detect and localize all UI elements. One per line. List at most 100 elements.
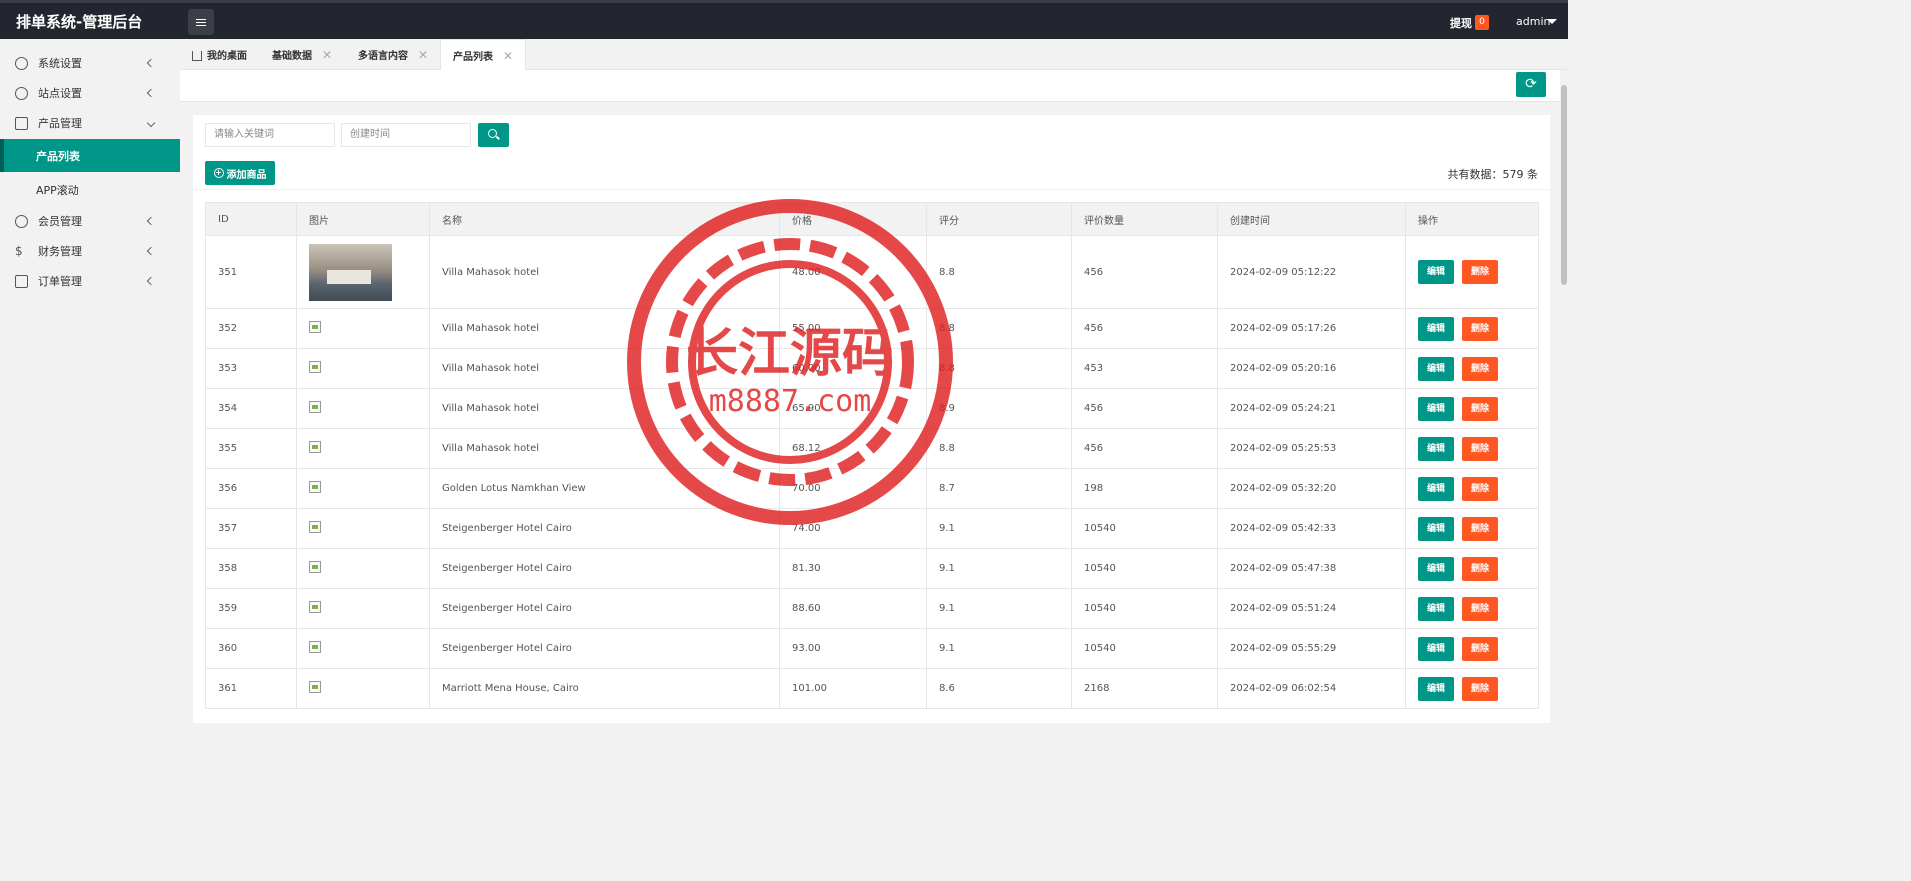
- sidebar-subitem-product-list[interactable]: 产品列表: [0, 139, 180, 172]
- cell-actions: 编辑 删除: [1405, 468, 1539, 509]
- cell-name: Villa Mahasok hotel: [429, 348, 780, 389]
- sidebar-item-finance-management[interactable]: $ 财务管理: [0, 236, 180, 266]
- edit-button[interactable]: 编辑: [1418, 316, 1454, 341]
- delete-button[interactable]: 删除: [1462, 556, 1498, 581]
- cell-created-time: 2024-02-09 05:42:33: [1217, 508, 1406, 549]
- column-header: 评分: [926, 202, 1072, 236]
- delete-button[interactable]: 删除: [1462, 636, 1498, 661]
- broken-image-icon: [309, 521, 321, 533]
- cell-name: Steigenberger Hotel Cairo: [429, 588, 780, 629]
- delete-button[interactable]: 删除: [1462, 356, 1498, 381]
- sidebar-item-order-management[interactable]: 订单管理: [0, 266, 180, 296]
- cell-name: Marriott Mena House, Cairo: [429, 668, 780, 709]
- sidebar-subitem-app-scroll[interactable]: APP滚动: [0, 173, 180, 206]
- broken-image-icon: [309, 561, 321, 573]
- menu-toggle-button[interactable]: [188, 9, 214, 35]
- delete-button[interactable]: 删除: [1462, 396, 1498, 421]
- edit-button[interactable]: 编辑: [1418, 636, 1454, 661]
- cell-name: Villa Mahasok hotel: [429, 235, 780, 309]
- scrollbar-thumb[interactable]: [1561, 85, 1567, 285]
- edit-button[interactable]: 编辑: [1418, 676, 1454, 701]
- cell-review-count: 10540: [1071, 548, 1218, 589]
- cell-review-count: 10540: [1071, 588, 1218, 629]
- edit-button[interactable]: 编辑: [1418, 596, 1454, 621]
- cell-price: 65.90: [779, 388, 927, 429]
- cell-id: 358: [205, 548, 297, 589]
- edit-button[interactable]: 编辑: [1418, 556, 1454, 581]
- column-header: 评价数量: [1071, 202, 1218, 236]
- delete-button[interactable]: 删除: [1462, 316, 1498, 341]
- cell-id: 352: [205, 308, 297, 349]
- edit-button[interactable]: 编辑: [1418, 396, 1454, 421]
- delete-button[interactable]: 删除: [1462, 676, 1498, 701]
- column-header: 操作: [1405, 202, 1539, 236]
- sidebar-item-product-management[interactable]: 产品管理: [0, 108, 180, 138]
- tab-multilanguage[interactable]: 多语言内容 ✕: [358, 39, 428, 70]
- close-icon[interactable]: ✕: [418, 48, 428, 62]
- cell-id: 359: [205, 588, 297, 629]
- cell-rating: 9.1: [926, 548, 1072, 589]
- cell-price: 48.00: [779, 235, 927, 309]
- edit-button[interactable]: 编辑: [1418, 476, 1454, 501]
- cell-created-time: 2024-02-09 05:51:24: [1217, 588, 1406, 629]
- withdraw-link[interactable]: 提现: [1450, 15, 1472, 31]
- sidebar-item-site-settings[interactable]: 站点设置: [0, 78, 180, 108]
- edit-button[interactable]: 编辑: [1418, 436, 1454, 461]
- created-time-input[interactable]: 创建时间: [341, 123, 471, 147]
- cell-image: [296, 548, 430, 589]
- user-icon: [15, 214, 28, 228]
- delete-button[interactable]: 删除: [1462, 476, 1498, 501]
- cell-review-count: 10540: [1071, 628, 1218, 669]
- add-product-button[interactable]: + 添加商品: [205, 161, 275, 185]
- tab-product-list[interactable]: 产品列表 ✕: [440, 39, 527, 71]
- cell-review-count: 456: [1071, 308, 1218, 349]
- top-bar: 排单系统-管理后台 提现 0 admin: [0, 0, 1568, 39]
- caret-down-icon[interactable]: [1547, 19, 1557, 24]
- cell-actions: 编辑 删除: [1405, 668, 1539, 709]
- cell-id: 355: [205, 428, 297, 469]
- cell-rating: 8.8: [926, 428, 1072, 469]
- table-row: 361 Marriott Mena House, Cairo 101.00 8.6 21…: [205, 668, 1539, 709]
- page-scrollbar[interactable]: [1560, 70, 1568, 723]
- cell-id: 353: [205, 348, 297, 389]
- delete-button[interactable]: 删除: [1462, 260, 1498, 284]
- table-header-row: ID 图片 名称 价格 评分 评价数量 创建时间 操作: [205, 202, 1539, 236]
- chevron-left-icon: [146, 58, 156, 68]
- cell-image: [296, 308, 430, 349]
- gear-icon: [15, 56, 28, 70]
- cell-actions: 编辑 删除: [1405, 588, 1539, 629]
- broken-image-icon: [309, 481, 321, 493]
- cell-price: 70.00: [779, 468, 927, 509]
- app-title: 排单系统-管理后台: [16, 13, 143, 31]
- edit-button[interactable]: 编辑: [1418, 516, 1454, 541]
- refresh-button[interactable]: ⟳: [1516, 72, 1546, 97]
- cell-rating: 9.1: [926, 628, 1072, 669]
- cell-name: Villa Mahasok hotel: [429, 428, 780, 469]
- refresh-icon: ⟳: [1525, 76, 1537, 92]
- user-menu[interactable]: admin: [1516, 15, 1550, 28]
- search-button[interactable]: [478, 123, 509, 147]
- sidebar-item-member-management[interactable]: 会员管理: [0, 206, 180, 236]
- delete-button[interactable]: 删除: [1462, 436, 1498, 461]
- sidebar-item-label: 站点设置: [38, 87, 82, 100]
- table-row: 353 Villa Mahasok hotel 60.00 8.8 453 2024-02…: [205, 348, 1539, 389]
- broken-image-icon: [309, 441, 321, 453]
- close-icon[interactable]: ✕: [322, 48, 332, 62]
- edit-button[interactable]: 编辑: [1418, 260, 1454, 284]
- sidebar-item-label: 会员管理: [38, 215, 82, 228]
- delete-button[interactable]: 删除: [1462, 516, 1498, 541]
- tab-basic-data[interactable]: 基础数据 ✕: [272, 39, 332, 70]
- sidebar-item-system-settings[interactable]: 系统设置: [0, 48, 180, 78]
- edit-button[interactable]: 编辑: [1418, 356, 1454, 381]
- tab-desktop[interactable]: 我的桌面: [192, 39, 247, 70]
- close-icon[interactable]: ✕: [503, 49, 513, 63]
- divider: [193, 189, 1550, 190]
- broken-image-icon: [309, 681, 321, 693]
- cloud-icon: [15, 86, 28, 100]
- cell-created-time: 2024-02-09 05:12:22: [1217, 235, 1406, 309]
- delete-button[interactable]: 删除: [1462, 596, 1498, 621]
- column-header: 图片: [296, 202, 430, 236]
- cell-created-time: 2024-02-09 05:20:16: [1217, 348, 1406, 389]
- keyword-search-input[interactable]: 请输入关键词: [205, 123, 335, 147]
- cell-image: [296, 388, 430, 429]
